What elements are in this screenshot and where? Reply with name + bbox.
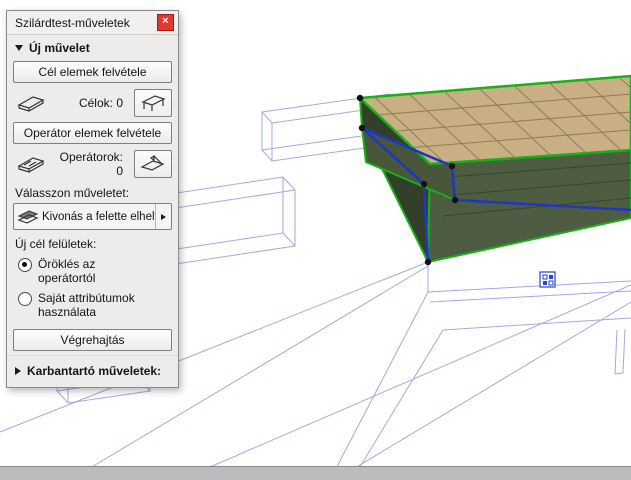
section-new-operation-label: Új művelet	[29, 41, 90, 55]
close-button[interactable]: ×	[157, 14, 174, 31]
subtraction-operation-icon	[14, 208, 42, 226]
status-bar	[0, 466, 631, 480]
pen-slab-icon	[140, 154, 166, 174]
section-maintenance[interactable]: Karbantartó műveletek:	[7, 355, 178, 387]
collapse-triangle-icon	[15, 45, 23, 51]
radio-own-attributes-label: Saját attribútumok használata	[38, 291, 156, 319]
surfaces-label: Új cél felületek:	[7, 231, 178, 253]
target-slab-icon	[13, 90, 49, 116]
targets-pick-mode-button[interactable]	[134, 89, 172, 117]
pick-operators-button[interactable]: Operátor elemek felvétele	[13, 122, 172, 144]
operators-count-label: Operátorok: 0	[52, 150, 131, 178]
dropdown-flyout-arrow-icon[interactable]	[155, 204, 171, 229]
targets-row: Célok: 0	[7, 86, 178, 119]
palette-title: Szilárdtest-műveletek	[15, 16, 157, 30]
operators-pick-mode-button[interactable]	[134, 150, 172, 178]
execute-button[interactable]: Végrehajtás	[13, 329, 172, 351]
radio-inherit-from-operator[interactable]: Öröklés az operátortól	[7, 253, 178, 287]
section-new-operation[interactable]: Új művelet	[7, 35, 178, 58]
radio-circle[interactable]	[18, 258, 32, 272]
pick-targets-button[interactable]: Cél elemek felvétele	[13, 61, 172, 83]
object-marker-icon	[540, 272, 555, 287]
targets-count-label: Célok: 0	[52, 96, 131, 110]
solid-slab	[332, 60, 631, 262]
operator-slab-icon	[13, 151, 49, 177]
expand-triangle-icon	[15, 367, 21, 375]
operators-row: Operátorok: 0	[7, 147, 178, 180]
radio-own-attributes[interactable]: Saját attribútumok használata	[7, 287, 178, 321]
operation-dropdown-value: Kivonás a felette elhelye...	[42, 211, 155, 223]
radio-inherit-label: Öröklés az operátortól	[38, 257, 156, 285]
operation-select-label: Válasszon műveletet:	[7, 180, 178, 202]
operation-dropdown[interactable]: Kivonás a felette elhelye...	[13, 203, 172, 230]
palette-titlebar[interactable]: Szilárdtest-műveletek ×	[7, 11, 178, 35]
section-maintenance-label: Karbantartó műveletek:	[27, 364, 161, 378]
table-icon	[140, 93, 166, 113]
solid-operations-palette: Szilárdtest-műveletek × Új művelet Cél e…	[6, 10, 179, 388]
radio-circle[interactable]	[18, 292, 32, 306]
